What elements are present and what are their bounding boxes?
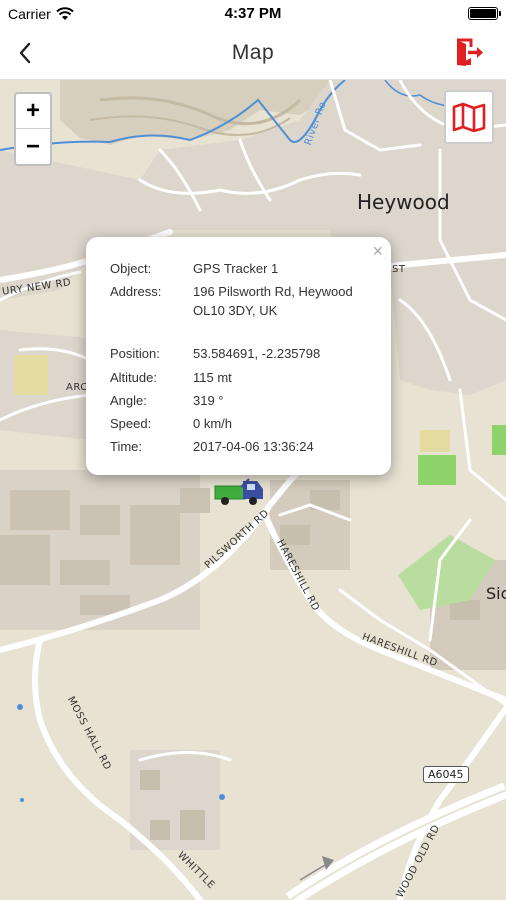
status-time: 4:37 PM: [224, 5, 282, 22]
popup-value: 2017-04-06 13:36:24: [193, 439, 314, 454]
status-bar: Carrier 4:37 PM: [0, 0, 506, 28]
zoom-out-button[interactable]: −: [16, 129, 50, 164]
road-shield-a6045: A6045: [423, 766, 469, 783]
road-label-arc: ARC: [66, 382, 88, 393]
logout-icon: [457, 38, 483, 66]
place-label-sic: Sic: [486, 584, 506, 603]
zoom-in-button[interactable]: +: [16, 94, 50, 129]
popup-value: 53.584691, -2.235798: [193, 346, 321, 361]
page-title: Map: [231, 41, 275, 64]
popup-value: 196 Pilsworth Rd, Heywood OL10 3DY, UK: [193, 284, 353, 318]
popup-value: 115 mt: [193, 370, 232, 385]
vehicle-info-popup: × Object: GPS Tracker 1 Address: 196 Pil…: [86, 237, 391, 475]
popup-close-button[interactable]: ×: [372, 241, 383, 261]
map-type-button[interactable]: [444, 90, 494, 144]
popup-value: 319 °: [193, 393, 224, 408]
zoom-control: + −: [14, 92, 52, 166]
battery-icon: [468, 7, 501, 20]
popup-value: GPS Tracker 1: [193, 261, 279, 276]
popup-label: Address:: [110, 284, 162, 299]
navigation-bar: Map: [0, 28, 506, 80]
popup-value: 0 km/h: [193, 416, 233, 431]
place-label-heywood: Heywood: [357, 190, 450, 214]
popup-label: Time:: [110, 439, 143, 454]
map-icon: [452, 102, 486, 132]
logout-button[interactable]: [454, 38, 486, 68]
road-label-st: ST: [392, 264, 406, 275]
popup-label: Object:: [110, 261, 152, 276]
vehicle-marker[interactable]: [213, 477, 265, 507]
popup-label: Angle:: [110, 393, 147, 408]
popup-label: Speed:: [110, 416, 152, 431]
popup-label: Position:: [110, 346, 160, 361]
popup-label: Altitude:: [110, 370, 157, 385]
